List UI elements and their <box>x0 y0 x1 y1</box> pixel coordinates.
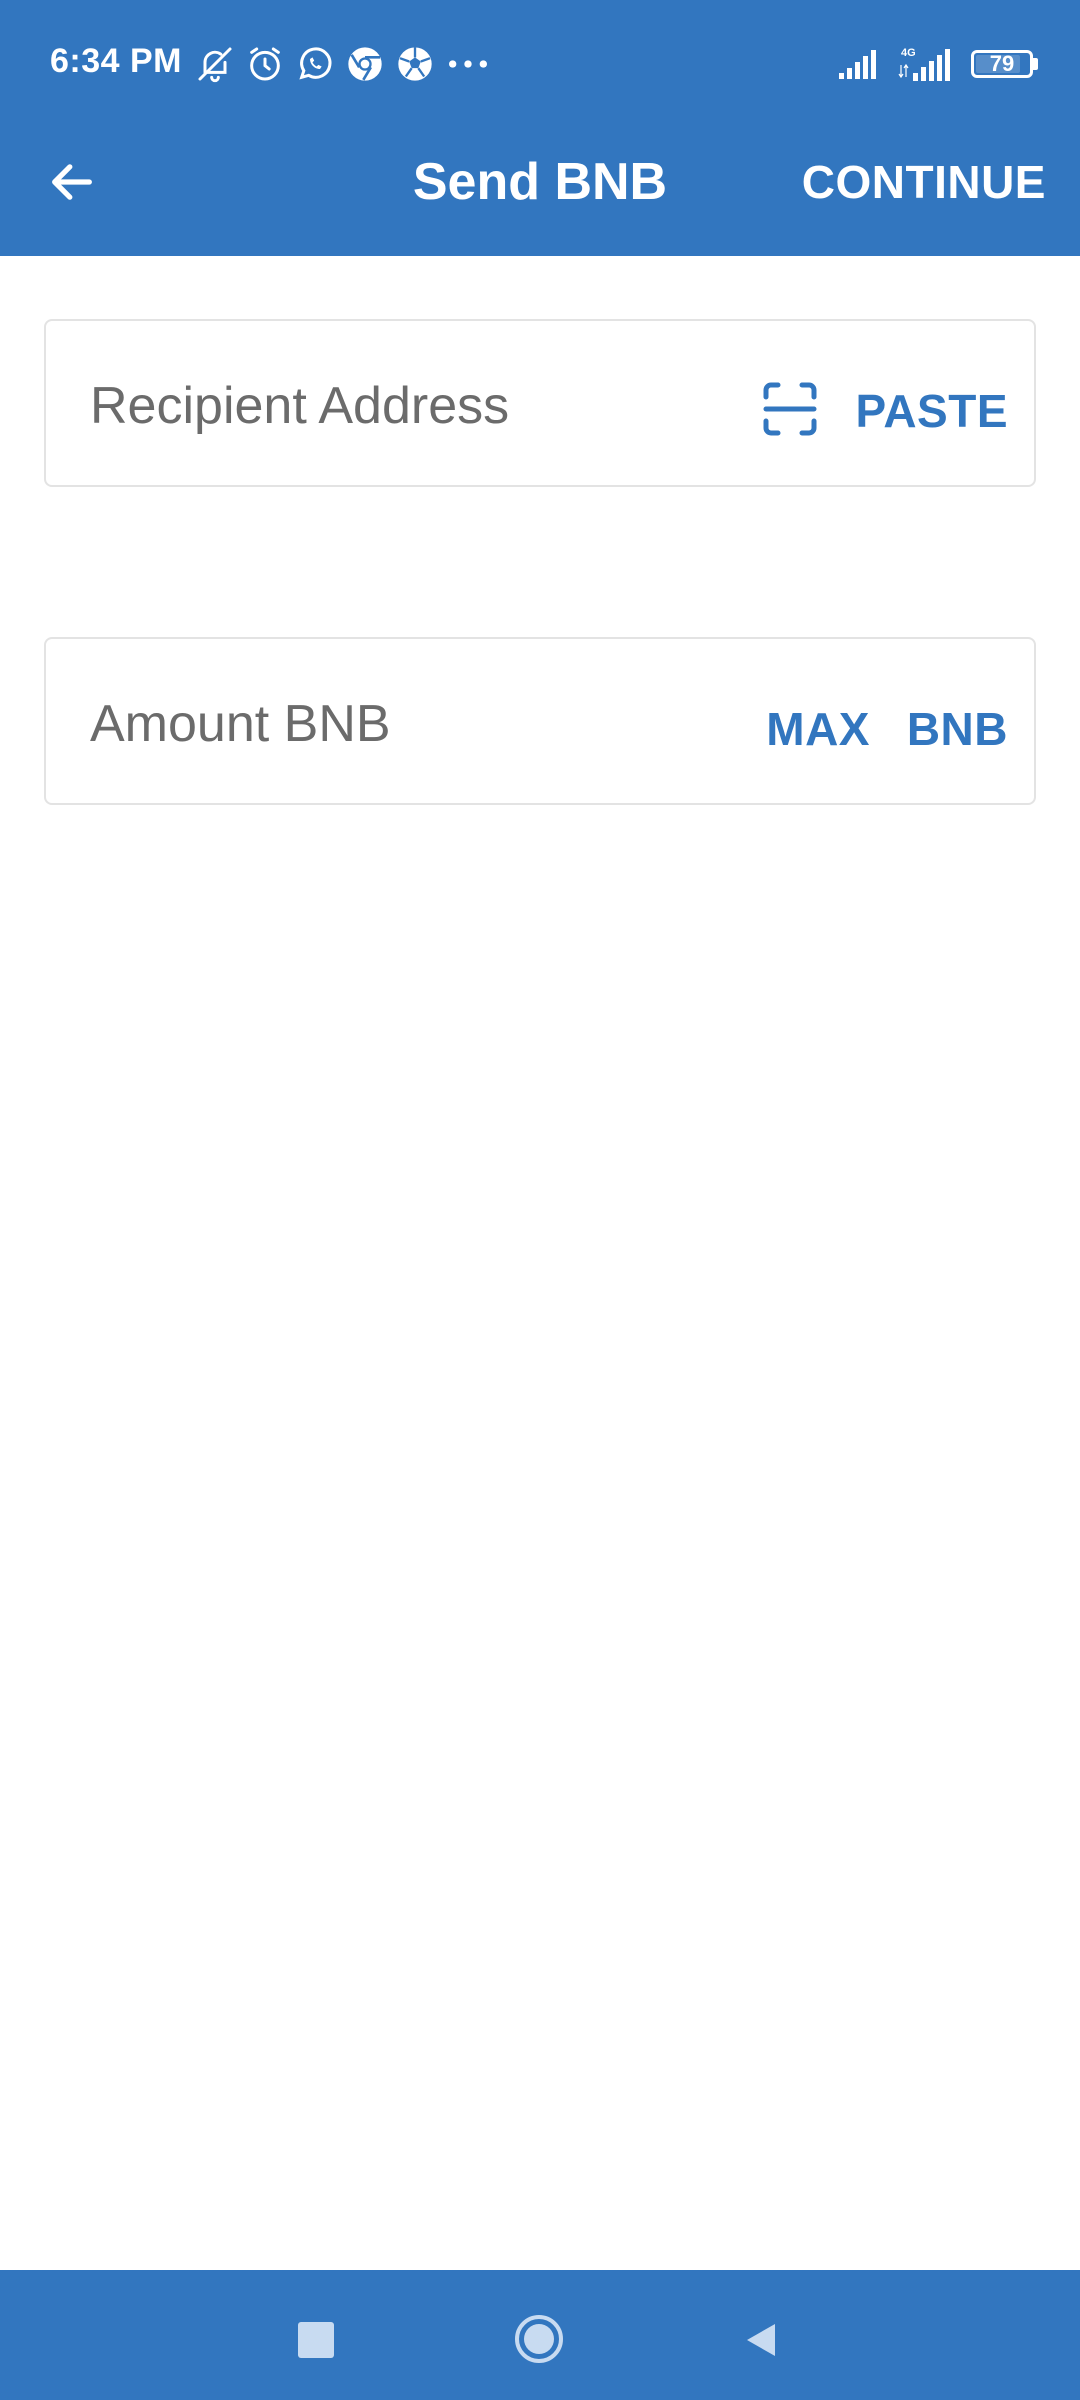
back-triangle-icon[interactable] <box>741 2320 781 2360</box>
battery-outline: 79 <box>971 50 1033 78</box>
battery-level: 79 <box>989 51 1015 76</box>
signal-4g-icon: 4G <box>898 47 950 81</box>
football-icon <box>398 47 432 81</box>
scan-qr-button[interactable] <box>762 381 818 437</box>
recipient-address-field: PASTE <box>44 319 1036 487</box>
amount-input[interactable] <box>88 675 652 773</box>
notification-icons <box>195 44 491 84</box>
qr-scan-icon <box>763 382 817 436</box>
whatsapp-icon <box>299 47 332 80</box>
battery-icon: 79 <box>971 50 1038 78</box>
max-button[interactable]: MAX <box>766 701 870 757</box>
home-circle-icon[interactable] <box>513 2313 565 2365</box>
network-type-label: 4G <box>901 47 916 59</box>
continue-button[interactable]: CONTINUE <box>802 150 1046 214</box>
alarm-icon <box>250 47 280 81</box>
recipient-address-input[interactable] <box>88 357 652 455</box>
status-time: 6:34 PM <box>50 42 182 80</box>
system-icons: 4G 79 <box>837 44 1038 84</box>
battery-tip <box>1033 58 1038 70</box>
amount-field: MAX BNB <box>44 637 1036 805</box>
recents-square-icon[interactable] <box>298 2322 334 2358</box>
signal-icon <box>839 50 876 79</box>
currency-toggle-button[interactable]: BNB <box>907 701 1008 757</box>
more-dots-icon <box>448 60 488 68</box>
paste-button[interactable]: PASTE <box>856 383 1008 439</box>
navigation-bar <box>0 2270 1080 2400</box>
chrome-icon <box>348 47 382 81</box>
status-bar: 6:34 PM 4G 79 <box>0 0 1080 128</box>
app-header: 6:34 PM 4G 79 Send BNB CONTINUE <box>0 0 1080 256</box>
back-triangle-shape <box>747 2324 775 2356</box>
home-circle-shape <box>515 2315 563 2363</box>
bell-off-icon <box>198 47 232 83</box>
